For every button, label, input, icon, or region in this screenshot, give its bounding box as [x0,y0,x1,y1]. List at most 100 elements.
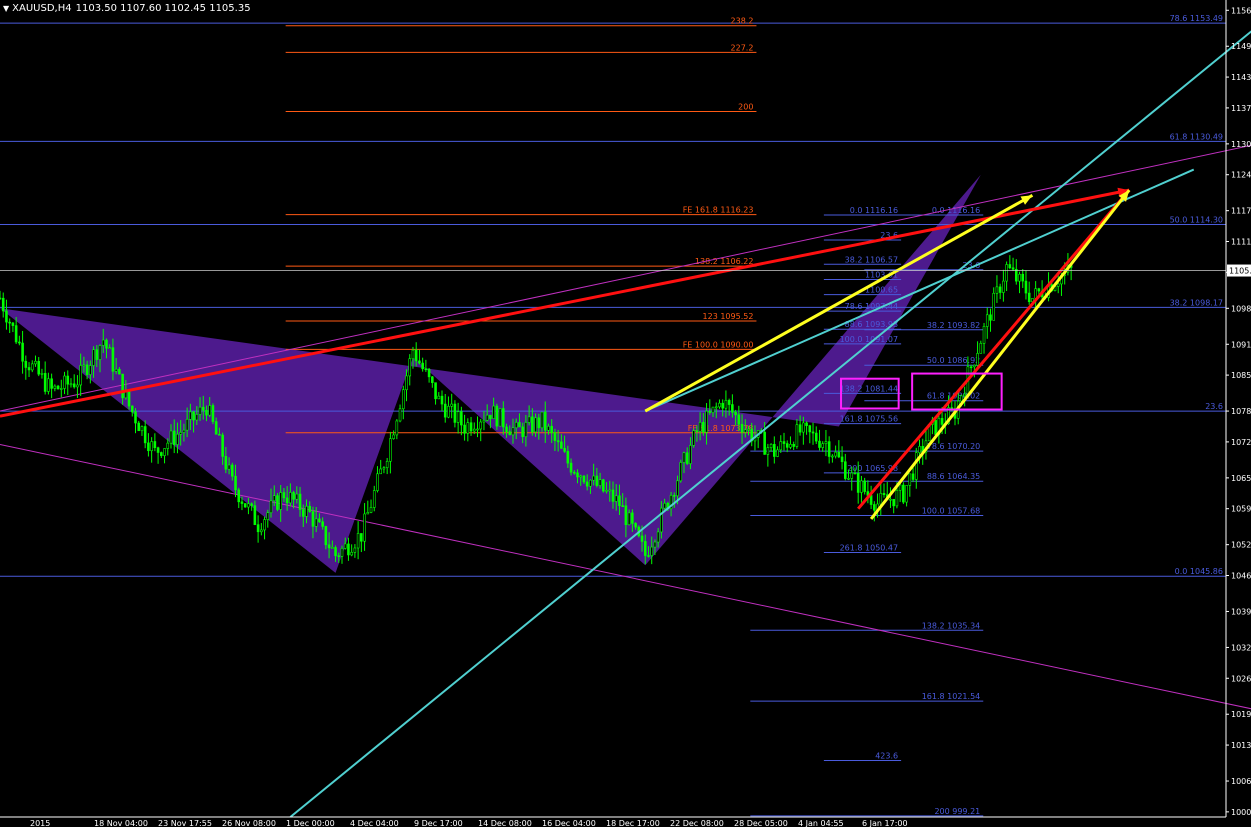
current-price-label: 1105.35 [1229,267,1251,276]
candle-body [572,471,576,474]
candle-body [711,406,715,413]
candle-body [908,473,912,486]
candle-body [618,495,621,506]
candle-body [773,444,776,457]
candle-body [476,428,479,431]
candle-body [69,383,73,386]
candle-body [50,378,53,389]
candle-body [863,480,866,492]
fib-level-label: 123 1095.52 [703,312,754,321]
candle-body [179,432,182,435]
candle-body [250,503,253,506]
candle-body [127,390,131,407]
fib-level-label: 138.2 1081.44 [840,384,899,393]
candle-body [327,544,331,549]
candle-body [940,418,944,425]
candle-body [737,414,741,425]
price-tick-label: 1143. [1231,73,1251,82]
fib-level-label: FE 100.0 1090.00 [683,340,754,349]
candle-body [847,478,850,480]
time-tick-label: 23 Nov 17:55 [158,819,212,827]
candle-body [308,505,312,512]
candle-body [369,507,373,513]
candle-body [579,475,583,478]
candle-body [89,365,92,375]
candle-body [914,452,918,480]
candle-body [814,432,818,442]
candle-body [63,375,66,389]
candle-body [279,492,282,510]
candle-body [769,444,773,448]
time-tick-label: 9 Dec 17:00 [414,819,463,827]
candle-body [408,358,412,377]
candle-body [98,345,102,360]
candle-body [269,500,273,514]
candle-body [547,425,550,431]
candle-body [843,461,847,479]
candle-body [802,422,805,433]
candle-body [521,426,524,437]
candle-body [118,368,121,375]
candle-body [182,429,186,433]
candle-body [631,512,634,524]
candle-body [40,373,44,375]
price-chart-svg[interactable]: 78.6 1153.49 61.8 1130.49 50.0 1114.30 38.2… [0,0,1251,827]
chart-area[interactable]: 78.6 1153.49 61.8 1130.49 50.0 1114.30 38.2… [0,0,1251,827]
candle-body [331,547,334,549]
candle-body [195,414,199,421]
candle-body [831,455,834,458]
candle-body [460,411,463,426]
candle-body [795,424,799,447]
candle-body [850,472,854,479]
candle-body [640,535,644,542]
candle-body [656,531,660,543]
collapse-triangle-icon[interactable]: ▼ [3,4,9,13]
fib-level-label: 0.0 1116.16 [850,206,898,215]
candle-body [743,429,747,433]
candle-body [705,410,708,433]
candle-body [982,326,986,344]
candle-body [218,433,221,436]
fib-level-label: 78.6 1070.20 [927,442,980,451]
candle-body [266,512,270,520]
candle-body [414,349,418,362]
price-tick-label: 1149. [1231,42,1251,51]
candle-body [960,395,963,402]
fib-level-label: 238.2 [731,17,754,26]
price-tick-label: 1065. [1231,474,1251,483]
candle-body [143,426,147,444]
candle-body [1002,280,1005,293]
candle-body [808,425,812,433]
candle-body [527,416,531,423]
candle-body [421,362,424,370]
candle-body [289,492,292,504]
price-tick-label: 1078. [1231,407,1251,416]
candle-body [718,402,721,408]
candle-body [443,403,447,418]
candle-body [985,314,989,327]
price-tick-label: 1137. [1231,104,1251,113]
candle-body [511,427,515,436]
candle-body [337,555,341,558]
candle-body [176,433,179,445]
candle-body [860,480,863,493]
candle-body [647,555,650,557]
candle-body [482,419,486,423]
candle-body [214,421,218,435]
candle-body [247,503,250,508]
candle-body [192,411,195,421]
candle-body [979,343,983,354]
candle-body [392,434,395,439]
candle-body [440,395,444,405]
candle-body [208,405,212,416]
candle-body [698,422,702,432]
candle-body [340,548,344,557]
candle-body [540,411,544,429]
candle-body [114,368,118,372]
candle-body [531,416,534,433]
candle-body [818,440,821,448]
candle-body [0,297,2,300]
candle-body [163,448,166,456]
symbol-label: XAUUSD,H4 [12,3,72,14]
candle-body [227,464,231,470]
